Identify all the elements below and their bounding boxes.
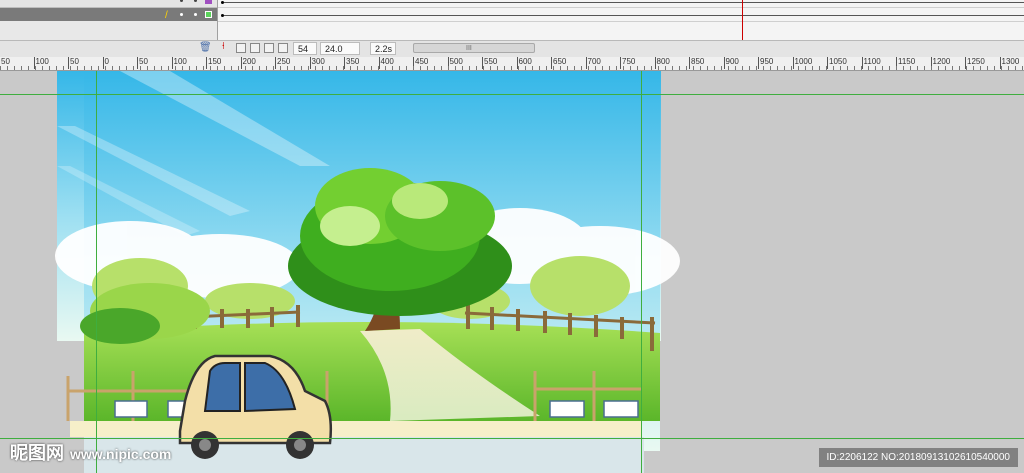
ruler-tick-label: 1050	[829, 57, 847, 66]
layer-color-icon[interactable]	[205, 11, 212, 18]
ruler-tick-label: 100	[173, 57, 187, 66]
layer-list: /	[0, 0, 218, 40]
stage-area[interactable]: 昵图网 www.nipic.com ID:2206122 NO:201809131…	[0, 71, 1024, 473]
ruler-tick-label: 500	[449, 57, 463, 66]
timeline-scrollbar[interactable]: III	[413, 43, 535, 53]
ruler-tick-label: 200	[242, 57, 256, 66]
ruler-tick-label: 50	[1, 57, 10, 66]
ruler-tick-label: 450	[415, 57, 429, 66]
ruler-tick-label: 950	[760, 57, 774, 66]
onion-skin-outlines-icon[interactable]	[250, 43, 260, 53]
layer-row[interactable]	[0, 0, 217, 8]
ruler-tick-label: 600	[518, 57, 532, 66]
ruler-tick-label: 800	[656, 57, 670, 66]
eye-toggle-icon[interactable]	[180, 13, 183, 16]
ruler-tick-label: 50	[70, 57, 79, 66]
ruler-tick-label: 900	[725, 57, 739, 66]
modify-markers-icon[interactable]	[278, 43, 288, 53]
ruler-tick-label: 50	[139, 57, 148, 66]
ruler-tick-label: 150	[208, 57, 222, 66]
center-frame-icon[interactable]: ⍿	[222, 41, 232, 52]
frame-area[interactable]	[218, 0, 1024, 40]
ruler-minor-ticks	[0, 66, 1024, 70]
ruler-tick-label: 850	[691, 57, 705, 66]
ruler-tick-label: 300	[311, 57, 325, 66]
ruler-tick-label: 1300	[1001, 57, 1020, 66]
lock-toggle-icon[interactable]	[194, 13, 197, 16]
edit-multiple-frames-icon[interactable]	[264, 43, 274, 53]
playhead[interactable]	[742, 0, 743, 40]
frame-span	[224, 15, 1024, 16]
stage-artwork	[55, 71, 680, 473]
frame-span	[224, 2, 1024, 3]
site-url: www.nipic.com	[70, 446, 172, 462]
frame-row[interactable]	[218, 8, 1024, 22]
lock-toggle-icon[interactable]	[194, 0, 197, 2]
elapsed-time-field[interactable]: 2.2s	[370, 42, 396, 55]
scroll-grip-icon: III	[466, 45, 472, 52]
trash-icon[interactable]: 🗑	[199, 42, 212, 53]
ruler-tick-label: 1150	[898, 57, 916, 66]
ruler-tick-label: 100	[35, 57, 49, 66]
layer-row-selected[interactable]: /	[0, 8, 217, 21]
timeline-toolbar: 🗑 ⍿ 54 24.0 fps 2.2s III	[0, 40, 1024, 67]
image-info-watermark: ID:2206122 NO:20180913102610540000	[818, 448, 1018, 467]
eye-toggle-icon[interactable]	[180, 0, 183, 2]
ruler-tick-label: 1000	[794, 57, 813, 66]
ruler-tick-label: 1200	[932, 57, 951, 66]
vertical-guide[interactable]	[641, 71, 642, 473]
ruler-tick-label: 400	[380, 57, 394, 66]
horizontal-ruler: 50 100 50 0 50 100 150 200 250 300 350 400 450 500 550…	[0, 57, 1024, 71]
ruler-tick-label: 350	[346, 57, 360, 66]
frame-rate-field[interactable]: 24.0 fps	[320, 42, 360, 67]
current-frame-field[interactable]: 54	[293, 42, 317, 55]
pencil-icon: /	[165, 10, 168, 21]
site-name: 昵图网	[10, 443, 64, 463]
horizontal-guide[interactable]	[0, 94, 1024, 95]
site-watermark: 昵图网 www.nipic.com	[10, 439, 171, 465]
frame-row[interactable]	[218, 0, 1024, 8]
road-curb	[70, 421, 642, 437]
ruler-tick-label: 1100	[863, 57, 881, 66]
ruler-tick-label: 1250	[967, 57, 985, 66]
vertical-guide[interactable]	[96, 71, 97, 473]
ruler-tick-label: 650	[553, 57, 567, 66]
ruler-tick-label: 250	[277, 57, 291, 66]
layer-color-icon[interactable]	[205, 0, 212, 4]
ruler-tick-label: 550	[484, 57, 498, 66]
ruler-tick-label: 0	[104, 57, 109, 66]
timeline-panel: /	[0, 0, 1024, 40]
onion-skin-icon[interactable]	[236, 43, 246, 53]
ruler-tick-label: 750	[622, 57, 636, 66]
ruler-tick-label: 700	[587, 57, 601, 66]
